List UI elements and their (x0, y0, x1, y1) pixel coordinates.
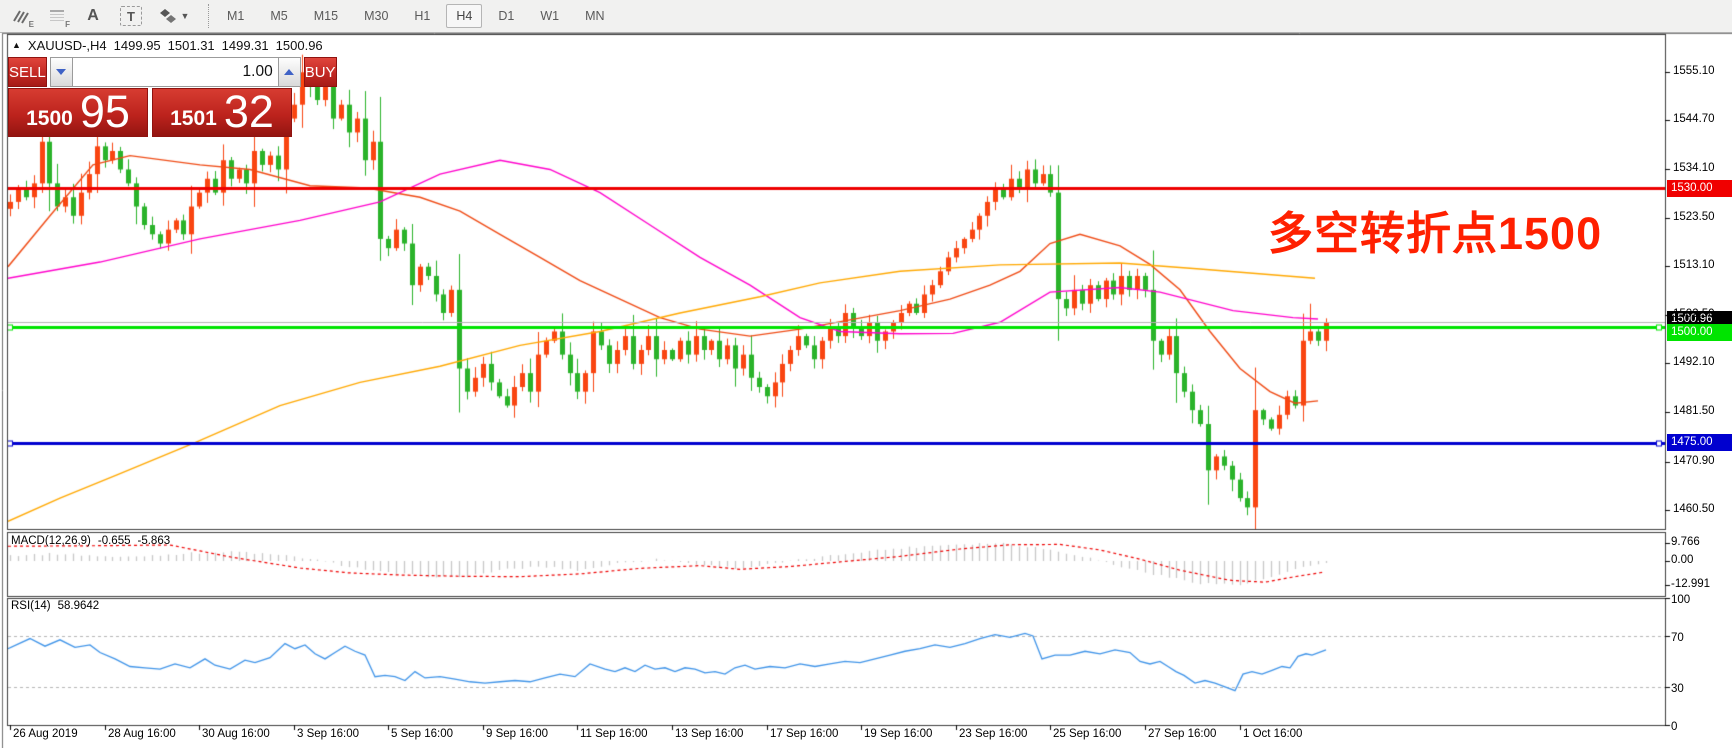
chart-annotation-text: 多空转折点1500 (1268, 208, 1603, 259)
rsi-tick-label: 70 (1671, 632, 1684, 644)
date-tick-label: 25 Sep 16:00 (1053, 728, 1122, 740)
rsi-indicator-label: RSI(14) 58.9642 (11, 600, 99, 612)
volume-decrease-button[interactable] (49, 57, 73, 87)
arrow-down-icon (56, 69, 67, 75)
date-tick-label: 9 Sep 16:00 (486, 728, 549, 740)
price-tick-label: 1492.10 (1673, 356, 1715, 368)
price-tick-label: 1513.10 (1673, 259, 1715, 271)
arrow-up-icon (284, 69, 295, 75)
direction-up-icon: ▲ (12, 39, 21, 50)
date-tick-label: 23 Sep 16:00 (959, 728, 1028, 740)
date-tick-label: 5 Sep 16:00 (391, 728, 454, 740)
hline-price-badge-1500: 1500.00 (1667, 324, 1732, 341)
rsi-tick-label: 30 (1671, 683, 1684, 695)
rsi-name: RSI(14) (11, 600, 51, 612)
volume-increase-button[interactable] (277, 57, 301, 87)
macd-tick-label: -12.991 (1671, 578, 1711, 590)
mt4-terminal: E F A T ▼ M1M5M15M30H1H4D1W1MN ▲ XAUUSD-… (0, 0, 1732, 748)
date-tick-label: 19 Sep 16:00 (864, 728, 933, 740)
sell-price-big-figure: 1500 (26, 107, 73, 130)
price-tick-label: 1481.50 (1673, 405, 1715, 417)
date-tick-label: 30 Aug 16:00 (202, 728, 270, 740)
chart-ohlc-header: ▲ XAUUSD-,H4 1499.95 1501.31 1499.31 150… (12, 38, 323, 53)
price-tick-label: 1460.50 (1673, 503, 1715, 515)
date-tick-label: 17 Sep 16:00 (770, 728, 839, 740)
date-tick-label: 26 Aug 2019 (13, 728, 78, 740)
macd-signal-value: -5.863 (137, 535, 171, 547)
volume-input[interactable] (72, 57, 278, 87)
date-tick-label: 28 Aug 16:00 (108, 728, 176, 740)
ohlc-close: 1500.96 (275, 38, 323, 53)
macd-main-value: -0.655 (97, 535, 131, 547)
rsi-value: 58.9642 (57, 600, 100, 612)
ohlc-low: 1499.31 (221, 38, 269, 53)
price-tick-label: 1534.10 (1673, 162, 1715, 174)
price-tick-label: 1544.70 (1673, 113, 1715, 125)
price-tick-label: 1470.90 (1673, 455, 1715, 467)
sell-price-pips: 95 (79, 86, 130, 137)
macd-name: MACD(12,26,9) (11, 535, 91, 547)
rsi-tick-label: 100 (1671, 594, 1691, 606)
macd-indicator-label: MACD(12,26,9) -0.655 -5.863 (11, 535, 170, 547)
date-tick-label: 3 Sep 16:00 (297, 728, 360, 740)
hline-price-badge-1475: 1475.00 (1667, 434, 1732, 451)
buy-price-big-figure: 1501 (170, 107, 217, 130)
macd-tick-label: 9.766 (1671, 536, 1700, 548)
price-tick-label: 1523.50 (1673, 211, 1715, 223)
hline-price-badge-1530: 1530.00 (1667, 180, 1732, 197)
ohlc-high: 1501.31 (167, 38, 215, 53)
sell-button[interactable]: SELL (8, 57, 47, 87)
price-tick-label: 1555.10 (1673, 65, 1715, 77)
date-tick-label: 1 Oct 16:00 (1243, 728, 1303, 740)
rsi-tick-label: 0 (1671, 721, 1678, 733)
one-click-trade-panel: SELL BUY 1500 95 1501 32 (8, 57, 337, 137)
macd-tick-label: 0.00 (1671, 554, 1694, 566)
date-tick-label: 11 Sep 16:00 (580, 728, 648, 740)
buy-button[interactable]: BUY (303, 57, 337, 87)
buy-price-pips: 32 (223, 86, 274, 137)
date-tick-label: 27 Sep 16:00 (1148, 728, 1217, 740)
symbol-period: XAUUSD-,H4 (27, 38, 107, 53)
sell-price-display[interactable]: 1500 95 (8, 88, 148, 137)
date-tick-label: 13 Sep 16:00 (675, 728, 744, 740)
ohlc-open: 1499.95 (113, 38, 161, 53)
price-tick-label: 1502.50 (1673, 308, 1715, 320)
buy-price-display[interactable]: 1501 32 (152, 88, 292, 137)
